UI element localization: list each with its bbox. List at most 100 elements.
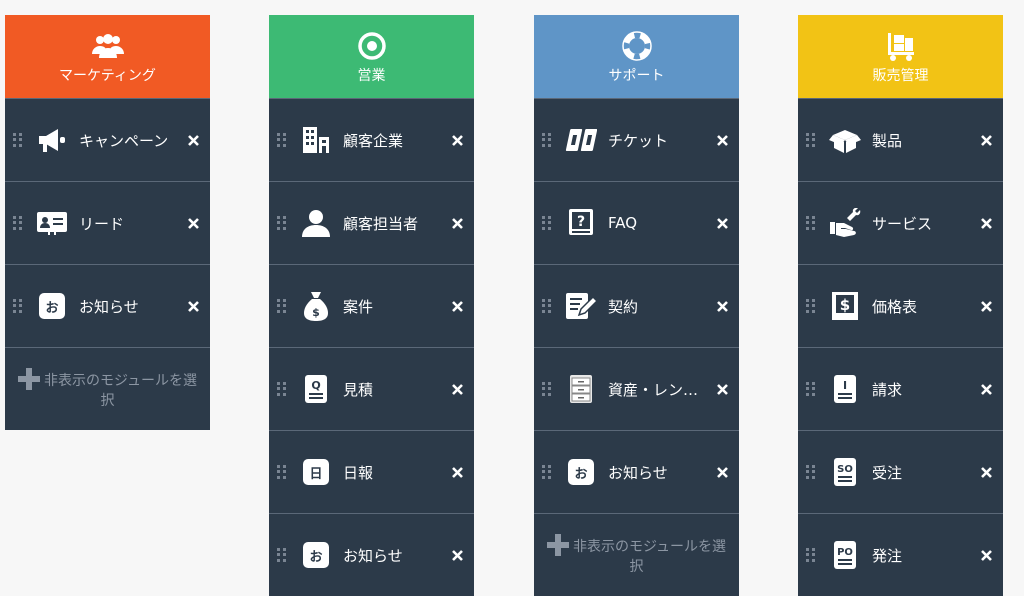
close-icon[interactable]	[186, 133, 200, 147]
close-icon[interactable]	[979, 133, 993, 147]
module-item-quotes[interactable]: Q 見積	[269, 347, 474, 430]
module-item-contracts[interactable]: 契約	[534, 264, 739, 347]
notice-badge-icon: お	[35, 289, 69, 323]
drag-handle-icon[interactable]	[806, 299, 816, 313]
module-item-notice[interactable]: お お知らせ	[534, 430, 739, 513]
module-item-products[interactable]: 製品	[798, 98, 1003, 181]
drag-handle-icon[interactable]	[277, 548, 287, 562]
target-icon	[357, 29, 386, 63]
module-label: 日報	[343, 463, 374, 482]
module-item-invoices[interactable]: I 請求	[798, 347, 1003, 430]
module-item-contacts[interactable]: 顧客担当者	[269, 181, 474, 264]
close-icon[interactable]	[450, 548, 464, 562]
module-item-assets[interactable]: 資産・レン…	[534, 347, 739, 430]
cabinet-icon	[564, 372, 598, 406]
ticket-icon	[564, 123, 598, 157]
quote-document-icon: Q	[299, 372, 333, 406]
column-sales-management: 販売管理 製品 サービス $ 価格表 I 請求 SO 受注 PO 発注	[798, 15, 1003, 596]
select-hidden-modules-button[interactable]: 非表示のモジュールを選択	[534, 513, 739, 596]
close-icon[interactable]	[715, 382, 729, 396]
close-icon[interactable]	[979, 382, 993, 396]
svg-text:?: ?	[577, 214, 585, 230]
module-label: サービス	[872, 214, 933, 233]
drag-handle-icon[interactable]	[277, 382, 287, 396]
module-item-notice[interactable]: お お知らせ	[5, 264, 210, 347]
hidden-modules-label: 非表示のモジュールを選択	[572, 538, 727, 575]
drag-handle-icon[interactable]	[542, 216, 552, 230]
module-item-daily-report[interactable]: 日 日報	[269, 430, 474, 513]
close-icon[interactable]	[715, 299, 729, 313]
module-label: 請求	[872, 380, 903, 399]
drag-handle-icon[interactable]	[13, 216, 23, 230]
drag-handle-icon[interactable]	[806, 382, 816, 396]
close-icon[interactable]	[979, 465, 993, 479]
column-header-sales: 営業	[269, 15, 474, 98]
drag-handle-icon[interactable]	[277, 299, 287, 313]
drag-handle-icon[interactable]	[806, 133, 816, 147]
close-icon[interactable]	[450, 216, 464, 230]
person-icon	[299, 206, 333, 240]
close-icon[interactable]	[450, 133, 464, 147]
close-icon[interactable]	[186, 299, 200, 313]
close-icon[interactable]	[450, 465, 464, 479]
drag-handle-icon[interactable]	[806, 465, 816, 479]
drag-handle-icon[interactable]	[277, 133, 287, 147]
close-icon[interactable]	[186, 216, 200, 230]
module-item-notice[interactable]: お お知らせ	[269, 513, 474, 596]
notice-badge-icon: お	[299, 538, 333, 572]
notice-badge-icon: お	[564, 455, 598, 489]
column-sales: 営業 顧客企業 顧客担当者 $ 案件 Q 見積 日 日報 お お知らせ	[269, 15, 474, 596]
module-label: 資産・レン…	[608, 380, 699, 399]
column-header-sales-management: 販売管理	[798, 15, 1003, 98]
purchase-order-document-icon: PO	[828, 538, 862, 572]
module-item-deals[interactable]: $ 案件	[269, 264, 474, 347]
module-item-lead[interactable]: リード	[5, 181, 210, 264]
close-icon[interactable]	[450, 299, 464, 313]
close-icon[interactable]	[450, 382, 464, 396]
drag-handle-icon[interactable]	[542, 299, 552, 313]
column-marketing: マーケティング キャンペーン リード お お知らせ 非表示のモジュールを選択	[5, 15, 210, 430]
svg-text:SO: SO	[837, 464, 853, 475]
drag-handle-icon[interactable]	[277, 216, 287, 230]
module-item-tickets[interactable]: チケット	[534, 98, 739, 181]
module-item-campaign[interactable]: キャンペーン	[5, 98, 210, 181]
svg-text:$: $	[312, 306, 320, 319]
module-label: FAQ	[608, 214, 638, 232]
drag-handle-icon[interactable]	[277, 465, 287, 479]
close-icon[interactable]	[715, 133, 729, 147]
module-item-faq[interactable]: ? FAQ	[534, 181, 739, 264]
drag-handle-icon[interactable]	[13, 133, 23, 147]
module-item-services[interactable]: サービス	[798, 181, 1003, 264]
module-item-sales-orders[interactable]: SO 受注	[798, 430, 1003, 513]
module-label: 顧客企業	[343, 131, 404, 150]
close-icon[interactable]	[715, 216, 729, 230]
daily-report-badge-icon: 日	[299, 455, 333, 489]
module-item-accounts[interactable]: 顧客企業	[269, 98, 474, 181]
module-label: お知らせ	[343, 546, 403, 565]
drag-handle-icon[interactable]	[542, 465, 552, 479]
module-label: 受注	[872, 463, 903, 482]
money-bag-icon: $	[299, 289, 333, 323]
drag-handle-icon[interactable]	[806, 548, 816, 562]
select-hidden-modules-button[interactable]: 非表示のモジュールを選択	[5, 347, 210, 430]
column-title: サポート	[608, 67, 665, 84]
close-icon[interactable]	[715, 465, 729, 479]
close-icon[interactable]	[979, 216, 993, 230]
column-title: 販売管理	[872, 67, 929, 84]
drag-handle-icon[interactable]	[542, 382, 552, 396]
module-label: お知らせ	[79, 297, 139, 316]
close-icon[interactable]	[979, 548, 993, 562]
svg-text:PO: PO	[837, 547, 853, 558]
drag-handle-icon[interactable]	[806, 216, 816, 230]
module-label: キャンペーン	[79, 131, 169, 150]
lifebuoy-icon	[621, 29, 652, 63]
close-icon[interactable]	[979, 299, 993, 313]
plus-icon	[17, 367, 40, 390]
module-item-price-list[interactable]: $ 価格表	[798, 264, 1003, 347]
module-item-purchase-orders[interactable]: PO 発注	[798, 513, 1003, 596]
drag-handle-icon[interactable]	[13, 299, 23, 313]
users-icon	[90, 29, 126, 63]
contract-edit-icon	[564, 289, 598, 323]
module-label: お知らせ	[608, 463, 668, 482]
drag-handle-icon[interactable]	[542, 133, 552, 147]
